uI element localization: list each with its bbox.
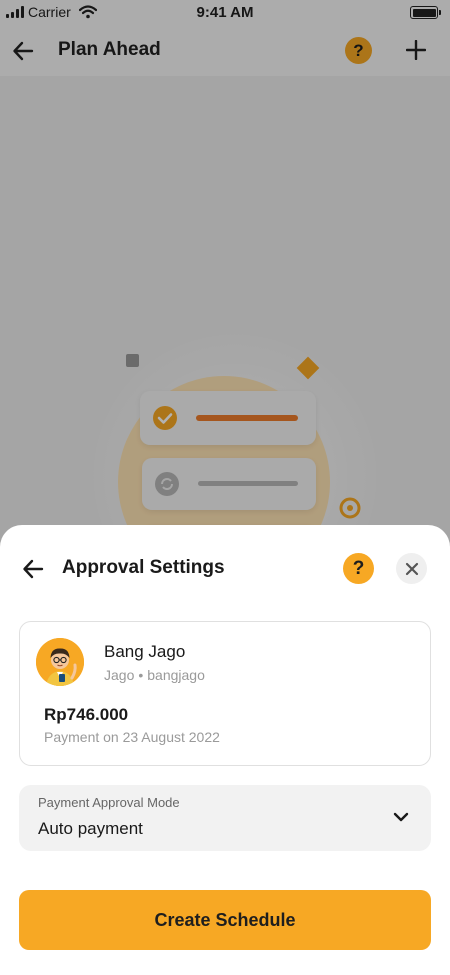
payee-separator: • <box>138 667 144 683</box>
payee-username: bangjago <box>147 667 205 683</box>
approval-mode-value: Auto payment <box>38 819 143 838</box>
arrow-left-icon <box>23 559 44 579</box>
close-button[interactable] <box>396 553 427 584</box>
payee-details: Jago • bangjago <box>104 667 205 683</box>
approval-settings-sheet: Approval Settings ? Bang Jago Jago • ban… <box>0 525 450 975</box>
payee-card: Bang Jago Jago • bangjago Rp746.000 Paym… <box>19 621 431 766</box>
approval-mode-select[interactable]: Payment Approval Mode Auto payment <box>19 785 431 851</box>
payee-bank: Jago <box>104 667 135 683</box>
sheet-title: Approval Settings <box>62 557 225 578</box>
sheet-back-button[interactable] <box>20 556 46 582</box>
chevron-down-icon <box>393 812 409 822</box>
close-icon <box>405 562 418 575</box>
approval-mode-label: Payment Approval Mode <box>38 795 180 810</box>
avatar <box>36 638 84 686</box>
payment-amount: Rp746.000 <box>44 705 129 724</box>
question-circle-icon: ? <box>352 557 365 579</box>
sheet-help-button[interactable]: ? <box>343 553 374 584</box>
avatar-illustration <box>36 638 84 686</box>
create-schedule-button[interactable]: Create Schedule <box>19 890 431 950</box>
payee-name: Bang Jago <box>104 642 186 661</box>
payment-date: Payment on 23 August 2022 <box>44 729 220 745</box>
